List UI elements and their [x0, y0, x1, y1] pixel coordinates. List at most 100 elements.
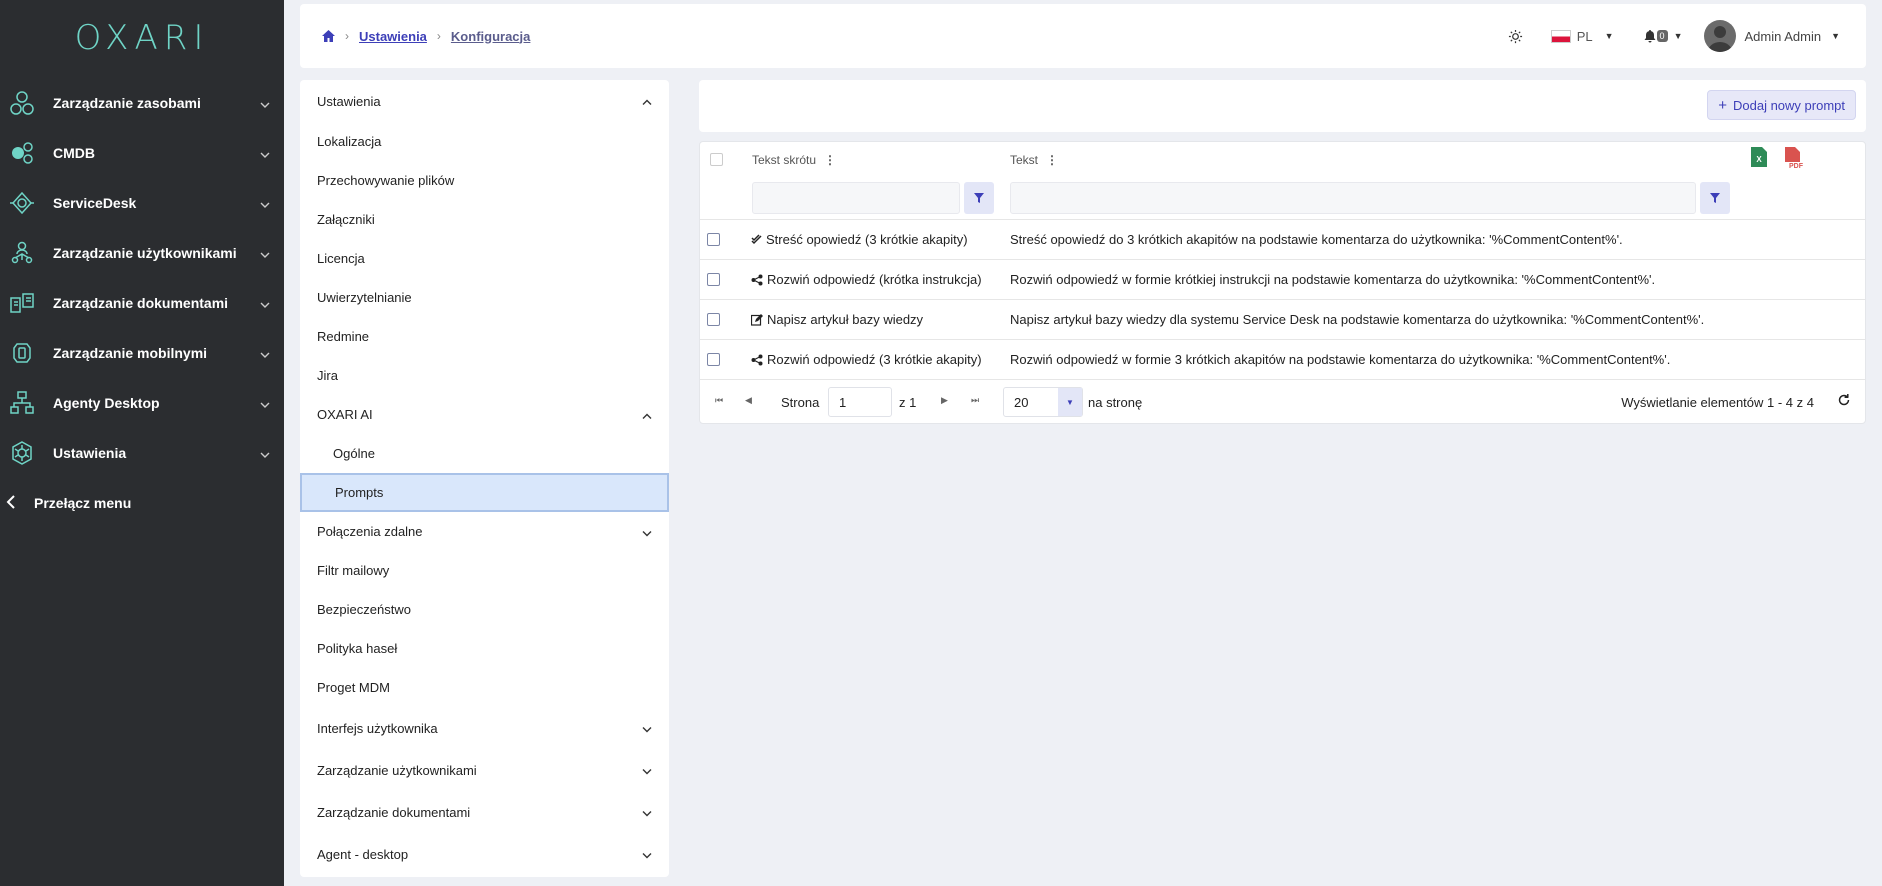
settings-item-security[interactable]: Bezpieczeństwo — [300, 590, 669, 629]
toggle-menu-button[interactable]: Przełącz menu — [0, 478, 284, 528]
pagination: ⏮ ◀ Strona 1 z 1 ▶ ⏭ 20 ▼ na stronę Wyśw… — [700, 380, 1865, 424]
sidebar-item-assets[interactable]: Zarządzanie zasobami — [0, 78, 284, 128]
column-menu-icon[interactable]: ⋮ — [824, 153, 836, 167]
header-actions: PL ▼ 0 ▼ Admin Admin ▼ — [1508, 4, 1866, 68]
settings-group-document-management[interactable]: Zarządzanie dokumentami — [300, 791, 669, 833]
sidebar-item-settings[interactable]: Ustawienia — [0, 428, 284, 478]
export-pdf-icon[interactable]: PDF — [1783, 147, 1805, 172]
sidebar-item-label: Zarządzanie mobilnymi — [53, 345, 208, 361]
notification-count-badge: 0 — [1656, 30, 1668, 42]
language-selector[interactable]: PL ▼ — [1550, 28, 1614, 44]
oxari-logo[interactable]: OXARI — [0, 0, 284, 76]
row-checkbox[interactable] — [707, 353, 720, 366]
sidebar-item-desktop-agents[interactable]: Agenty Desktop — [0, 378, 284, 428]
users-icon — [8, 239, 36, 267]
settings-item-localization[interactable]: Lokalizacja — [300, 122, 669, 161]
page-number-input[interactable]: 1 — [828, 387, 892, 417]
settings-nav-label: Przechowywanie plików — [317, 173, 455, 188]
prompt-text-cell: Napisz artykuł bazy wiedzy dla systemu S… — [1010, 312, 1705, 327]
sidebar-item-label: Zarządzanie dokumentami — [53, 295, 229, 311]
page-size-select[interactable]: 20 ▼ — [1003, 387, 1083, 417]
settings-item-attachments[interactable]: Załączniki — [300, 200, 669, 239]
svg-text:PDF: PDF — [1789, 163, 1804, 169]
export-excel-icon[interactable]: X — [1751, 147, 1767, 170]
user-name: Admin Admin — [1744, 28, 1822, 44]
home-icon[interactable] — [322, 30, 335, 42]
settings-group-user-interface[interactable]: Interfejs użytkownika — [300, 707, 669, 749]
settings-item-proget-mdm[interactable]: Proget MDM — [300, 668, 669, 707]
sidebar-item-cmdb[interactable]: CMDB — [0, 128, 284, 178]
settings-group-oxari-ai[interactable]: OXARI AI — [300, 395, 669, 434]
page-total-label: z 1 — [899, 395, 917, 410]
next-page-icon[interactable]: ▶ — [941, 395, 948, 406]
settings-item-mail-filter[interactable]: Filtr mailowy — [300, 551, 669, 590]
top-header: › Ustawienia › Konfiguracja PL ▼ 0 ▼ Adm… — [300, 4, 1866, 68]
breadcrumb-settings-link[interactable]: Ustawienia — [359, 29, 427, 44]
shortcut-filter-button[interactable] — [964, 182, 994, 214]
settings-item-password-policy[interactable]: Polityka haseł — [300, 629, 669, 668]
edit-icon — [751, 313, 763, 326]
prompt-text-cell: Streść opowiedź do 3 krótkich akapitów n… — [1010, 232, 1623, 247]
shortcut-text: Napisz artykuł bazy wiedzy — [767, 312, 924, 327]
settings-icon — [8, 439, 36, 467]
settings-item-prompts[interactable]: Prompts — [300, 473, 669, 512]
chevron-down-icon — [260, 446, 270, 461]
settings-nav-label: Jira — [317, 368, 338, 383]
settings-group-agent-desktop[interactable]: Agent - desktop — [300, 833, 669, 875]
filter-icon — [1710, 193, 1720, 203]
toggle-menu-label: Przełącz menu — [34, 495, 132, 511]
breadcrumb-separator: › — [436, 29, 441, 43]
table-row[interactable]: Rozwiń odpowiedź (3 krótkie akapity) Roz… — [700, 340, 1865, 380]
table-row[interactable]: Napisz artykuł bazy wiedzy Napisz artyku… — [700, 300, 1865, 340]
add-prompt-label: Dodaj nowy prompt — [1733, 97, 1845, 113]
row-checkbox[interactable] — [707, 313, 720, 326]
sidebar-item-label: Ustawienia — [53, 445, 127, 461]
language-code: PL — [1576, 28, 1593, 44]
settings-group-ustawienia[interactable]: Ustawienia — [300, 80, 669, 122]
last-page-icon[interactable]: ⏭ — [971, 395, 979, 406]
filter-icon — [974, 193, 984, 203]
table-row[interactable]: Streść opowiedź (3 krótkie akapity) Stre… — [700, 220, 1865, 260]
sidebar-item-label: Agenty Desktop — [53, 395, 160, 411]
settings-item-authentication[interactable]: Uwierzytelnianie — [300, 278, 669, 317]
settings-group-user-management[interactable]: Zarządzanie użytkownikami — [300, 749, 669, 791]
breadcrumb-configuration-link[interactable]: Konfiguracja — [451, 29, 530, 44]
shortcut-filter-input[interactable] — [752, 182, 960, 214]
column-menu-icon[interactable]: ⋮ — [1046, 153, 1058, 167]
chevron-down-icon — [260, 196, 270, 211]
settings-group-remote-connections[interactable]: Połączenia zdalne — [300, 512, 669, 551]
avatar — [1704, 20, 1737, 52]
main-sidebar: OXARI Zarządzanie zasobami CMDB ServiceD… — [0, 0, 284, 886]
shortcut-cell: Rozwiń odpowiedź (3 krótkie akapity) — [751, 352, 982, 367]
settings-nav-label: Ogólne — [333, 446, 375, 461]
settings-item-jira[interactable]: Jira — [300, 356, 669, 395]
row-checkbox[interactable] — [707, 233, 720, 246]
add-prompt-button[interactable]: + Dodaj nowy prompt — [1707, 90, 1856, 120]
prompts-toolbar: + Dodaj nowy prompt — [699, 80, 1866, 132]
refresh-icon[interactable] — [1837, 393, 1851, 410]
text-filter-button[interactable] — [1700, 182, 1730, 214]
sidebar-item-servicedesk[interactable]: ServiceDesk — [0, 178, 284, 228]
select-all-checkbox[interactable] — [710, 153, 723, 166]
notifications-button[interactable]: 0 ▼ — [1644, 29, 1682, 43]
sidebar-item-mobile[interactable]: Zarządzanie mobilnymi — [0, 328, 284, 378]
page-size-value: 20 — [1014, 395, 1029, 410]
settings-nav-label: Ustawienia — [317, 93, 381, 109]
previous-page-icon[interactable]: ◀ — [745, 395, 752, 406]
settings-nav-panel: Ustawienia Lokalizacja Przechowywanie pl… — [300, 80, 669, 877]
settings-item-file-storage[interactable]: Przechowywanie plików — [300, 161, 669, 200]
first-page-icon[interactable]: ⏮ — [715, 395, 723, 406]
settings-item-redmine[interactable]: Redmine — [300, 317, 669, 356]
row-checkbox[interactable] — [707, 273, 720, 286]
sidebar-item-documents[interactable]: Zarządzanie dokumentami — [0, 278, 284, 328]
share-nodes-icon — [751, 354, 763, 366]
text-filter-input[interactable] — [1010, 182, 1696, 214]
settings-nav-label: Filtr mailowy — [317, 563, 390, 578]
sidebar-item-users[interactable]: Zarządzanie użytkownikami — [0, 228, 284, 278]
table-row[interactable]: Rozwiń odpowiedź (krótka instrukcja) Roz… — [700, 260, 1865, 300]
chevron-down-icon — [642, 763, 652, 778]
user-menu[interactable]: Admin Admin ▼ — [1704, 20, 1840, 52]
settings-item-general[interactable]: Ogólne — [300, 434, 669, 473]
theme-toggle-sun-icon[interactable] — [1508, 29, 1523, 44]
settings-item-license[interactable]: Licencja — [300, 239, 669, 278]
